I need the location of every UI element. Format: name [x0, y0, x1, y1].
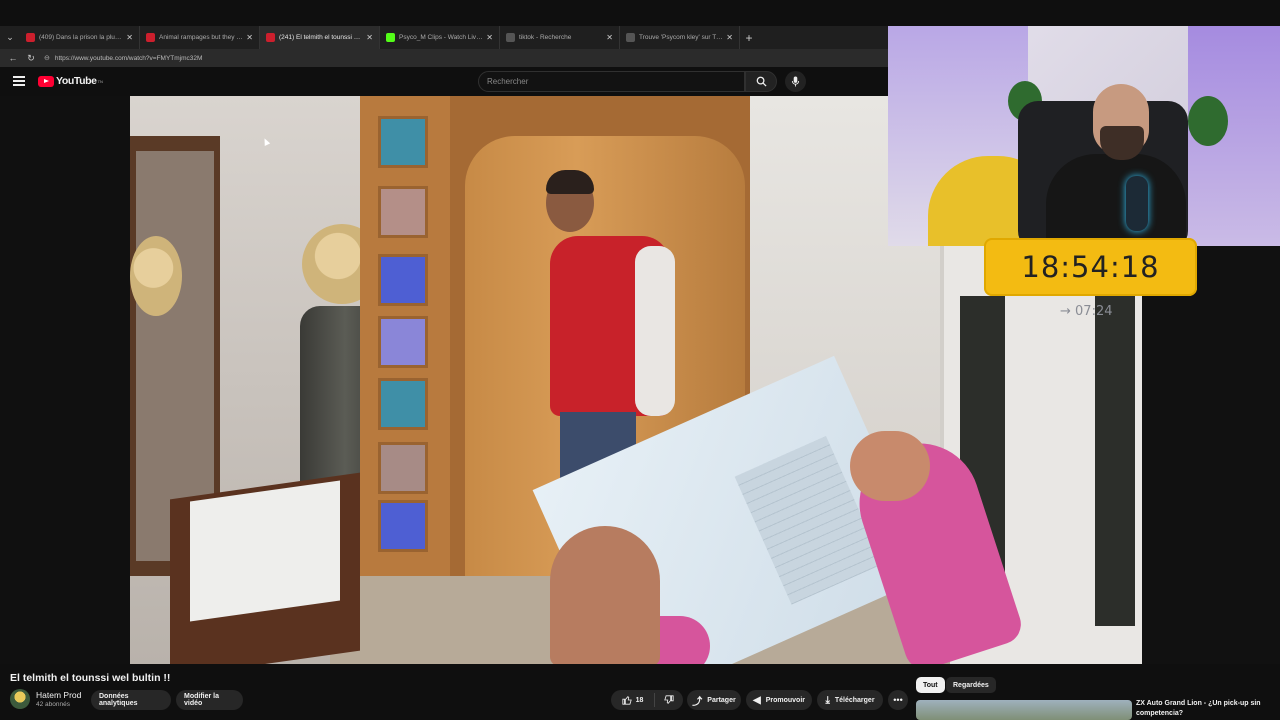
webcam-overlay: [888, 26, 1280, 246]
cam-plant: [1188, 96, 1228, 146]
timer-value: 18:54:18: [1021, 250, 1160, 284]
page-left-margin: [0, 96, 130, 664]
scene-door-glass: [1095, 296, 1135, 626]
tab-close-icon[interactable]: ✕: [726, 33, 733, 42]
youtube-masthead: YouTube TN Rechercher: [0, 67, 888, 96]
youtube-play-icon: [38, 75, 54, 87]
tab-close-icon[interactable]: ✕: [486, 33, 493, 42]
video-title: El telmith el tounssi wel bultin !!: [10, 672, 171, 684]
reload-icon[interactable]: ↻: [22, 53, 40, 64]
download-button[interactable]: ⤓ Télécharger: [817, 690, 883, 710]
chip-all[interactable]: Tout: [916, 677, 945, 693]
scene-tile: [378, 116, 428, 168]
more-actions-icon[interactable]: •••: [888, 690, 908, 710]
browser-tab[interactable]: tiktok - Recherche ✕: [500, 26, 620, 49]
scene-tile: [378, 442, 428, 494]
search-input[interactable]: Rechercher: [478, 71, 745, 92]
url-text: https://www.youtube.com/watch?v=FMYTmjmc…: [54, 54, 203, 62]
tab-close-icon[interactable]: ✕: [606, 33, 613, 42]
tab-close-icon[interactable]: ✕: [126, 33, 133, 42]
tab-title: Animal rampages but they get inc...: [159, 34, 244, 41]
share-icon: ⤴: [692, 696, 703, 708]
scene-papers: [190, 480, 340, 622]
tab-close-icon[interactable]: ✕: [246, 33, 253, 42]
stream-timer: 18:54:18: [984, 238, 1197, 296]
share-label: Partager: [707, 696, 736, 704]
new-tab-plus-icon[interactable]: +: [740, 31, 758, 45]
download-label: Télécharger: [834, 696, 875, 704]
browser-tab[interactable]: Animal rampages but they get inc... ✕: [140, 26, 260, 49]
search-button[interactable]: [745, 71, 777, 92]
scene-tile: [378, 500, 428, 552]
like-dislike-group: 18: [611, 690, 683, 710]
share-button[interactable]: ⤴ Partager: [687, 690, 741, 710]
scene-tile: [378, 316, 428, 368]
browser-tab[interactable]: Psyco_M Clips - Watch Live on Ki... ✕: [380, 26, 500, 49]
browser-tab[interactable]: (409) Dans la prison la plus surpe... ✕: [20, 26, 140, 49]
dislike-button[interactable]: [655, 695, 683, 705]
voice-search-button[interactable]: [785, 71, 806, 92]
scene-person-hair: [546, 170, 594, 194]
browser-tab-strip: ⌄ (409) Dans la prison la plus surpe... …: [0, 26, 888, 49]
tab-title: (241) El telmith el tounssi wel...: [279, 34, 364, 41]
browser-tab[interactable]: Trouve 'Psycom kley' sur TikTok | T... ✕: [620, 26, 740, 49]
channel-info[interactable]: Hatem Prod 42 abonnés: [10, 689, 81, 709]
tab-title: tiktok - Recherche: [519, 34, 572, 41]
recommended-video-title[interactable]: ZX Auto Grand Lion - ¿Un pick-up sin com…: [1136, 699, 1276, 719]
megaphone-icon: ◀: [753, 694, 761, 706]
url-field[interactable]: ⊖ https://www.youtube.com/watch?v=FMYTmj…: [44, 51, 202, 65]
logo-wordmark: YouTube: [56, 75, 97, 87]
scene-tile: [378, 186, 428, 238]
like-button[interactable]: 18: [611, 693, 655, 707]
cam-microphone: [1126, 176, 1148, 231]
tab-title: Trouve 'Psycom kley' sur TikTok | T...: [639, 34, 723, 41]
thumbs-up-icon: [622, 696, 632, 705]
address-bar: ← ↻ ⊖ https://www.youtube.com/watch?v=FM…: [0, 49, 888, 67]
search-icon: [756, 76, 767, 87]
avatar[interactable]: [10, 689, 30, 709]
subscriber-count: 42 abonnés: [36, 701, 70, 708]
scene-hand: [850, 431, 930, 501]
tab-close-icon[interactable]: ✕: [366, 33, 373, 42]
promote-button[interactable]: ◀ Promouvoir: [746, 690, 812, 710]
scene-hat: [130, 236, 182, 316]
scene-person-sleeve: [635, 246, 675, 416]
scene-tile: [378, 254, 428, 306]
microphone-icon: [791, 76, 800, 87]
tab-title: (409) Dans la prison la plus surpe...: [39, 34, 124, 41]
lock-icon: ⊖: [44, 55, 50, 62]
promote-label: Promouvoir: [765, 696, 805, 704]
tiktok-favicon-icon: [626, 33, 635, 42]
youtube-favicon-icon: [146, 33, 155, 42]
back-arrow-icon[interactable]: ←: [4, 53, 22, 63]
like-count: 18: [635, 696, 644, 704]
kick-favicon-icon: [386, 33, 395, 42]
youtube-favicon-icon: [266, 33, 275, 42]
download-icon: ⤓: [825, 694, 830, 706]
scene-hand: [550, 526, 660, 664]
tab-title: Psyco_M Clips - Watch Live on Ki...: [399, 34, 483, 41]
browser-tab-active[interactable]: (241) El telmith el tounssi wel... ✕: [260, 26, 380, 49]
sub-timer: → 07:24: [1060, 304, 1113, 319]
youtube-logo[interactable]: YouTube TN: [38, 75, 103, 87]
globe-favicon-icon: [506, 33, 515, 42]
scene-tile: [378, 378, 428, 430]
logo-region: TN: [97, 78, 103, 84]
youtube-favicon-icon: [26, 33, 35, 42]
menu-hamburger-icon[interactable]: [13, 76, 25, 86]
channel-name[interactable]: Hatem Prod: [36, 690, 81, 700]
edit-video-button[interactable]: Modifier la vidéo: [176, 690, 243, 710]
analytics-button[interactable]: Données analytiques: [91, 690, 171, 710]
chip-watched[interactable]: Regardées: [946, 677, 996, 693]
cam-streamer-shirt: [1046, 154, 1186, 246]
recommended-video-thumbnail[interactable]: [916, 700, 1132, 720]
thumbs-down-icon: [664, 695, 674, 704]
tab-search-chevron-icon[interactable]: ⌄: [0, 26, 20, 49]
